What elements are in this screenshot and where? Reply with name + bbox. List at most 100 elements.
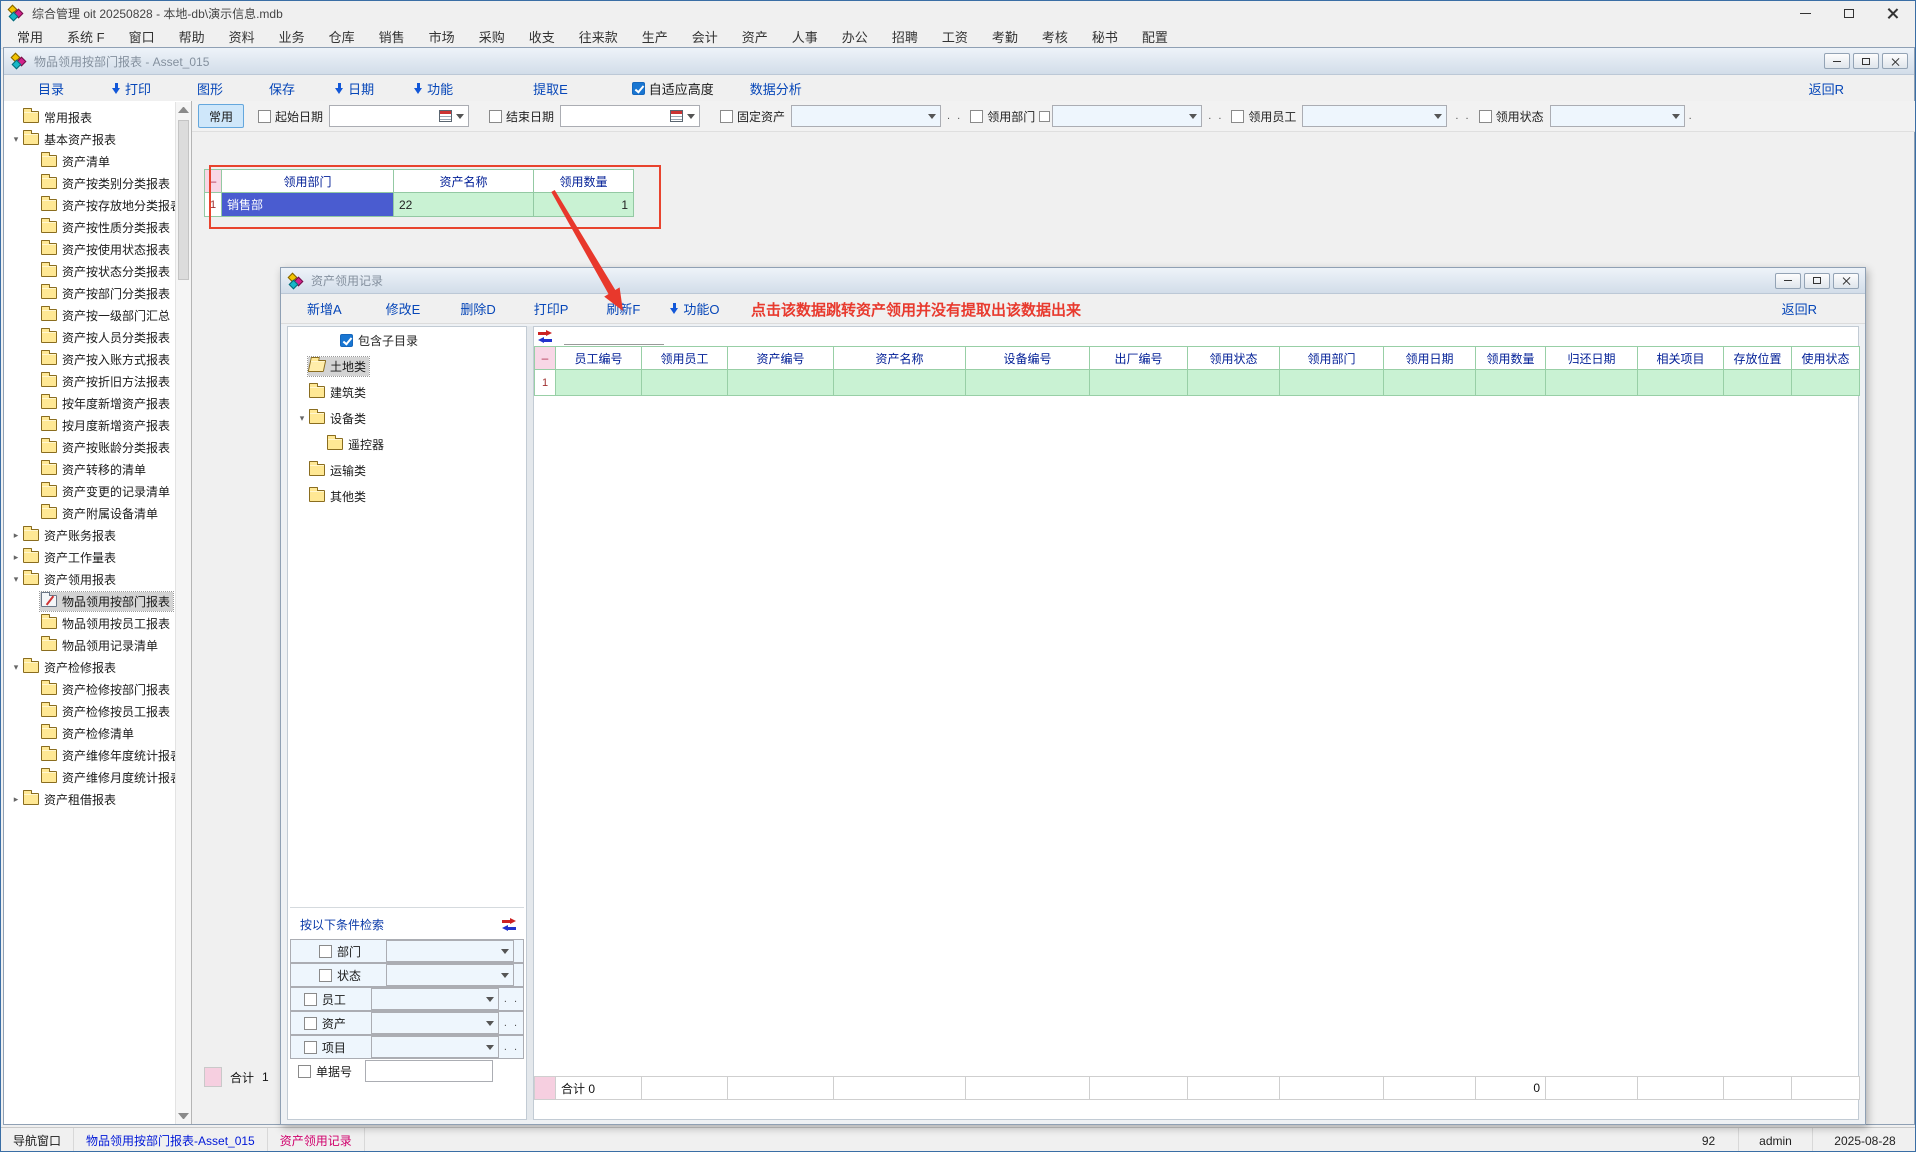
fixed-asset-filter[interactable]: 固定资产 xyxy=(720,108,785,125)
refresh-button[interactable]: 刷新F xyxy=(606,299,640,318)
dept-filter[interactable]: 领用部门 xyxy=(970,108,1035,125)
grid-cell[interactable] xyxy=(1384,370,1476,396)
save-button[interactable]: 保存 xyxy=(269,79,295,98)
close-icon[interactable] xyxy=(1833,273,1859,289)
back-button[interactable]: 返回R xyxy=(1809,79,1844,98)
tree-item[interactable]: 资产按类别分类报表 xyxy=(4,172,191,194)
grid-cell[interactable] xyxy=(1638,370,1724,396)
tree-item[interactable]: 资产按状态分类报表 xyxy=(4,260,191,282)
tree-item[interactable]: 资产维修月度统计报表 xyxy=(4,766,191,788)
tree-item[interactable]: ▸ 资产租借报表 xyxy=(4,788,191,810)
menu-item[interactable]: 人事 xyxy=(780,23,830,50)
auto-height-toggle[interactable]: 自适应高度 xyxy=(632,79,714,98)
menu-item[interactable]: 配置 xyxy=(1130,23,1180,50)
tree-item[interactable]: 资产检修按员工报表 xyxy=(4,700,191,722)
tree-item[interactable]: 资产转移的清单 xyxy=(4,458,191,480)
checkbox-icon[interactable] xyxy=(319,969,332,982)
expand-arrow-icon[interactable]: ▾ xyxy=(10,134,22,145)
grid-cell[interactable] xyxy=(642,370,728,396)
catalog-button[interactable]: 目录 xyxy=(38,79,64,98)
tree-item[interactable]: ▾ 资产领用报表 xyxy=(4,568,191,590)
status-combo[interactable] xyxy=(1550,105,1685,127)
minimize-icon[interactable] xyxy=(1775,273,1801,289)
minimize-button[interactable] xyxy=(1783,1,1827,25)
menu-item[interactable]: 往来款 xyxy=(567,23,630,50)
menu-item[interactable]: 会计 xyxy=(680,23,730,50)
grid-cell[interactable] xyxy=(834,370,966,396)
status-report-tab[interactable]: 物品领用按部门报表-Asset_015 xyxy=(74,1128,268,1152)
grid-column-header[interactable]: 出厂编号 xyxy=(1090,346,1188,370)
category-tree-item[interactable]: ▾ 设备类 xyxy=(290,405,387,431)
category-tree-item[interactable]: 遥控器 xyxy=(290,431,387,457)
fixed-asset-combo[interactable] xyxy=(791,105,941,127)
menu-item[interactable]: 工资 xyxy=(930,23,980,50)
grid-cell[interactable] xyxy=(1546,370,1638,396)
grid-column-header[interactable]: 领用员工 xyxy=(642,346,728,370)
search-combo[interactable] xyxy=(371,1036,499,1058)
tree-item[interactable]: 资产按性质分类报表 xyxy=(4,216,191,238)
checkbox-icon[interactable] xyxy=(304,993,317,1006)
back-button[interactable]: 返回R xyxy=(1782,299,1817,318)
checkbox-icon[interactable] xyxy=(304,1017,317,1030)
checkbox-icon[interactable] xyxy=(1231,110,1244,123)
grid-column-header[interactable]: 相关项目 xyxy=(1638,346,1724,370)
expand-arrow-icon[interactable]: ▾ xyxy=(10,574,22,585)
end-date-filter[interactable]: 结束日期 xyxy=(489,108,554,125)
checkbox-icon[interactable] xyxy=(304,1041,317,1054)
tree-item[interactable]: 资产检修清单 xyxy=(4,722,191,744)
search-combo[interactable] xyxy=(371,1012,499,1034)
functions-menu-button[interactable]: 功能 xyxy=(414,79,453,98)
scroll-thumb[interactable] xyxy=(178,120,189,280)
tree-item[interactable]: 资产维修年度统计报表 xyxy=(4,744,191,766)
delete-button[interactable]: 删除D xyxy=(460,299,495,318)
minimize-icon[interactable] xyxy=(1824,53,1850,69)
checkbox-icon[interactable] xyxy=(298,1065,311,1078)
menu-item[interactable]: 业务 xyxy=(267,23,317,50)
grid-column-header[interactable]: 资产编号 xyxy=(728,346,834,370)
menu-item[interactable]: 仓库 xyxy=(317,23,367,50)
maximize-button[interactable] xyxy=(1827,1,1871,25)
menu-item[interactable]: 生产 xyxy=(630,23,680,50)
grid-cell[interactable] xyxy=(966,370,1090,396)
table-row[interactable]: 1 销售部 22 1 xyxy=(204,193,634,217)
category-tree-item[interactable]: 其他类 xyxy=(290,483,387,509)
checkbox-icon[interactable] xyxy=(489,110,502,123)
end-date-input[interactable] xyxy=(560,105,700,127)
expand-arrow-icon[interactable]: ▸ xyxy=(10,530,22,541)
grid-cell[interactable] xyxy=(1724,370,1792,396)
category-tree-item[interactable]: 土地类 xyxy=(290,353,387,379)
tree-item[interactable]: 按月度新增资产报表 xyxy=(4,414,191,436)
employee-filter[interactable]: 领用员工 xyxy=(1231,108,1296,125)
grid-row[interactable]: 1 xyxy=(534,370,1860,396)
tree-item[interactable]: 物品领用按员工报表 xyxy=(4,612,191,634)
menu-item[interactable]: 考勤 xyxy=(980,23,1030,50)
grid-cell[interactable] xyxy=(556,370,642,396)
tree-item[interactable]: 物品领用记录清单 xyxy=(4,634,191,656)
tree-item[interactable]: 资产按入账方式报表 xyxy=(4,348,191,370)
status-nav-window[interactable]: 导航窗口 xyxy=(1,1128,74,1152)
swap-icon[interactable] xyxy=(502,919,516,931)
tree-item[interactable]: ▸ 资产工作量表 xyxy=(4,546,191,568)
search-combo[interactable] xyxy=(371,988,499,1010)
grid-column-header[interactable]: 员工编号 xyxy=(556,346,642,370)
tree-item[interactable]: ▸ 资产账务报表 xyxy=(4,524,191,546)
column-header[interactable]: 资产名称 xyxy=(394,169,534,193)
grid-column-header[interactable]: 存放位置 xyxy=(1724,346,1792,370)
search-combo[interactable] xyxy=(365,1060,493,1082)
checkbox-icon[interactable] xyxy=(720,110,733,123)
grid-cell[interactable] xyxy=(1188,370,1280,396)
tree-item[interactable]: 资产检修按部门报表 xyxy=(4,678,191,700)
add-button[interactable]: 新增A xyxy=(307,299,342,318)
checkbox-icon[interactable] xyxy=(258,110,271,123)
start-date-input[interactable] xyxy=(329,105,469,127)
menu-item[interactable]: 市场 xyxy=(417,23,467,50)
checkbox-icon[interactable] xyxy=(319,945,332,958)
tree-item[interactable]: 资产按折旧方法报表 xyxy=(4,370,191,392)
menu-item[interactable]: 收支 xyxy=(517,23,567,50)
print-button[interactable]: 打印 xyxy=(112,79,151,98)
tree-item[interactable]: 资产变更的记录清单 xyxy=(4,480,191,502)
search-combo[interactable] xyxy=(386,940,514,962)
grid-cell[interactable] xyxy=(1090,370,1188,396)
checkbox-icon[interactable] xyxy=(970,110,983,123)
print-button[interactable]: 打印P xyxy=(534,299,569,318)
